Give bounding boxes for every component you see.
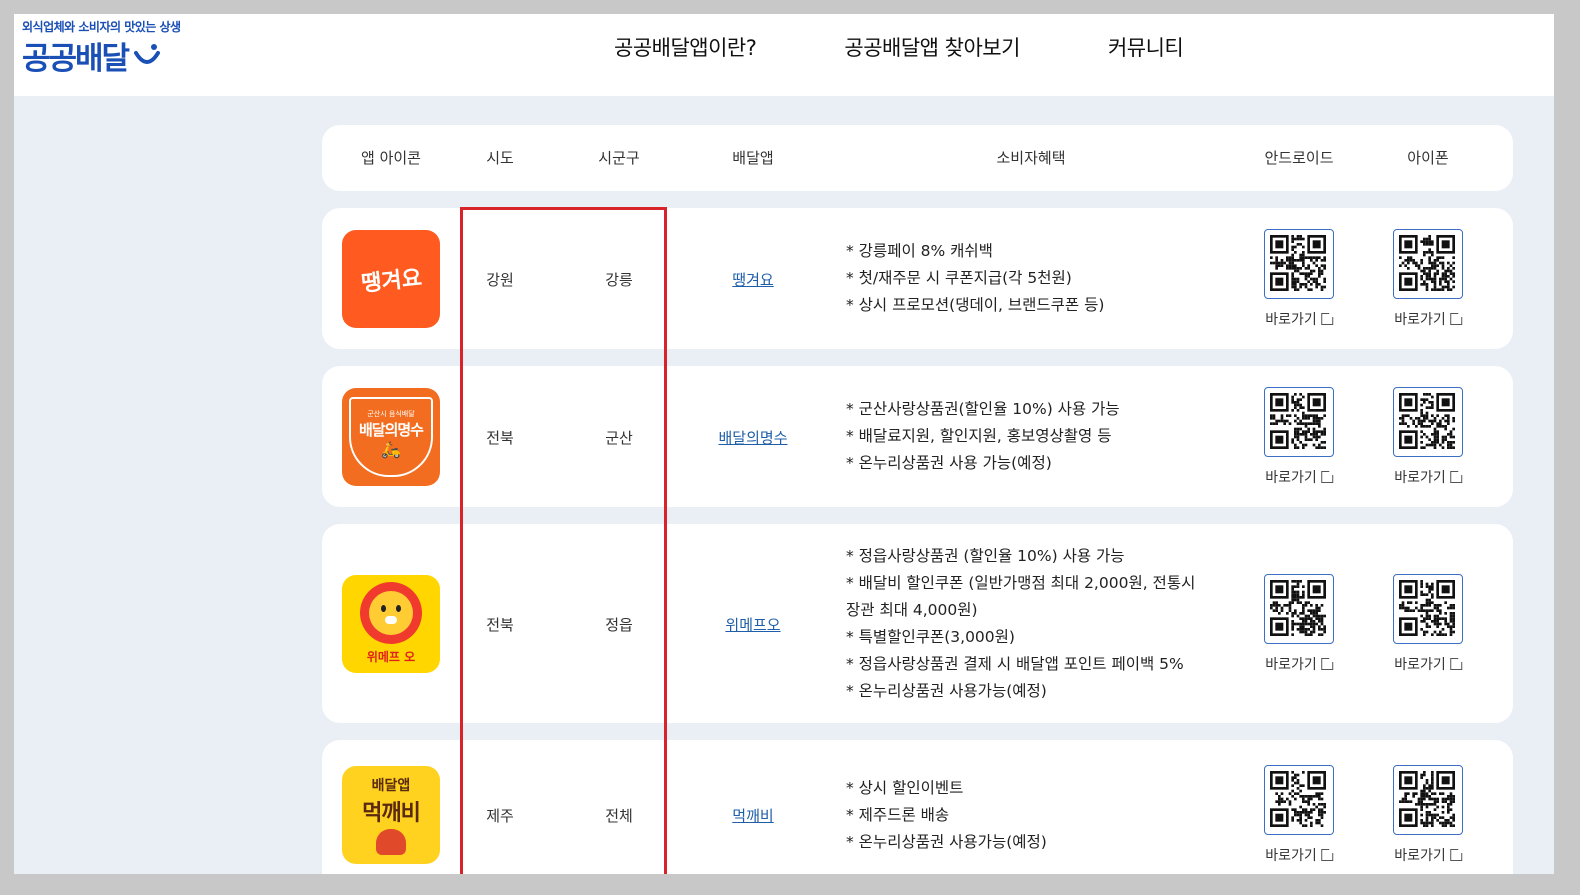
- android-qr-code[interactable]: [1264, 573, 1334, 644]
- benefit-item: * 배달비 할인쿠폰 (일반가맹점 최대 2,000원, 전통시: [846, 573, 1196, 592]
- external-link-icon: [1320, 468, 1335, 483]
- benefit-item: * 군산사랑상품권(할인율 10%) 사용 가능: [846, 400, 1120, 418]
- benefits-list: * 상시 할인이벤트 * 제주드론 배송 * 온누리상품권 사용가능(예정): [846, 775, 1216, 856]
- benefits-list: * 강릉페이 8% 캐쉬백 * 첫/재주문 시 쿠폰지급(각 5천원) * 상시 프…: [846, 238, 1216, 319]
- goto-label: 바로가기: [1394, 311, 1446, 328]
- goto-label: 바로가기: [1265, 656, 1317, 673]
- goto-label: 바로가기: [1394, 656, 1446, 673]
- benefit-item: * 온누리상품권 사용가능(예정): [846, 681, 1047, 700]
- logo-brand: 공공배달: [22, 33, 181, 78]
- android-qr-code[interactable]: [1264, 228, 1334, 299]
- table-row: 배달앱 먹깨비 제주 전체 먹깨비 * 상시 할인이벤트 * 제주드론 배송 * 온…: [322, 740, 1513, 874]
- external-link-icon: [1449, 847, 1464, 861]
- benefit-item: * 제주드론 배송: [846, 805, 950, 824]
- cell-sido: 강원: [486, 270, 514, 289]
- table-row: 위메프 오 전북 정읍 위메프오 * 정읍사랑상품권 (할인율 10%) 사용 …: [322, 524, 1513, 723]
- scooter-icon: 🛵: [381, 439, 401, 459]
- benefit-item: 장관 최대 4,000원): [846, 600, 978, 619]
- nav-community[interactable]: 커뮤니티: [1108, 32, 1184, 62]
- cell-sigungu: 군산: [605, 428, 633, 447]
- android-qr-code[interactable]: [1264, 386, 1334, 457]
- iphone-goto-link[interactable]: 바로가기: [1394, 654, 1464, 674]
- external-link-icon: [1320, 310, 1335, 325]
- col-delivery-app: 배달앱: [732, 149, 774, 167]
- main-nav: 공공배달앱이란? 공공배달앱 찾아보기 커뮤니티: [614, 32, 1271, 62]
- delivery-app-link[interactable]: 땡겨요: [732, 269, 773, 290]
- cell-sigungu: 정읍: [605, 615, 633, 634]
- android-goto-link[interactable]: 바로가기: [1265, 654, 1335, 674]
- iphone-qr-code[interactable]: [1393, 386, 1463, 457]
- iphone-qr-code[interactable]: [1393, 573, 1463, 644]
- external-link-icon: [1320, 847, 1335, 861]
- external-link-icon: [1449, 310, 1464, 325]
- col-app-icon: 앱 아이콘: [361, 149, 421, 167]
- cell-sigungu: 전체: [605, 807, 633, 825]
- lion-mascot-icon: [360, 582, 422, 644]
- col-sigungu: 시군구: [598, 149, 640, 167]
- goto-label: 바로가기: [1265, 469, 1317, 486]
- icon-subtext: 배달앱: [371, 778, 411, 794]
- iphone-qr-code[interactable]: [1393, 765, 1463, 835]
- android-qr-code[interactable]: [1264, 765, 1334, 835]
- iphone-goto-link[interactable]: 바로가기: [1394, 845, 1464, 865]
- nav-find-app[interactable]: 공공배달앱 찾아보기: [844, 32, 1020, 62]
- iphone-goto-link[interactable]: 바로가기: [1394, 309, 1464, 329]
- android-goto-link[interactable]: 바로가기: [1265, 309, 1335, 329]
- benefit-item: * 온누리상품권 사용가능(예정): [846, 832, 1047, 851]
- cell-sido: 전북: [486, 615, 514, 634]
- benefit-item: * 온누리상품권 사용 가능(예정): [846, 454, 1052, 472]
- page-frame: 외식업체와 소비자의 맛있는 상생 공공배달 공공배달앱이란? 공공배달앱 찾아…: [14, 14, 1554, 874]
- android-goto-link[interactable]: 바로가기: [1265, 845, 1335, 865]
- cell-sido: 제주: [486, 807, 514, 825]
- nav-about[interactable]: 공공배달앱이란?: [614, 32, 757, 62]
- icon-text: 위메프 오: [366, 650, 416, 664]
- benefits-list: * 정읍사랑상품권 (할인율 10%) 사용 가능 * 배달비 할인쿠폰 (일반가…: [846, 543, 1216, 705]
- logo-brand-text: 공공배달: [22, 41, 130, 77]
- col-sido: 시도: [486, 149, 514, 167]
- goto-label: 바로가기: [1265, 311, 1317, 328]
- goto-label: 바로가기: [1265, 848, 1317, 864]
- delivery-app-link[interactable]: 위메프오: [725, 614, 780, 635]
- icon-text: 배달의명수: [358, 420, 424, 439]
- cell-sido: 전북: [486, 428, 514, 447]
- external-link-icon: [1449, 655, 1464, 670]
- app-icon[interactable]: 군산시 음식배달 배달의명수 🛵: [342, 387, 440, 486]
- col-iphone: 아이폰: [1407, 149, 1449, 167]
- benefit-item: * 강릉페이 8% 캐쉬백: [846, 242, 993, 260]
- external-link-icon: [1449, 468, 1464, 483]
- benefit-item: * 정읍사랑상품권 결제 시 배달앱 포인트 페이백 5%: [846, 654, 1184, 673]
- smile-logo-icon: [134, 43, 161, 64]
- site-logo[interactable]: 외식업체와 소비자의 맛있는 상생 공공배달: [22, 18, 181, 78]
- delivery-app-link[interactable]: 배달의명수: [718, 427, 787, 448]
- icon-text: 땡겨요: [359, 265, 423, 297]
- iphone-qr-code[interactable]: [1393, 228, 1463, 299]
- table-header: 앱 아이콘 시도 시군구 배달앱 소비자혜택 안드로이드 아이폰: [322, 125, 1513, 191]
- app-icon[interactable]: 위메프 오: [342, 574, 440, 673]
- mascot-icon: [376, 829, 406, 855]
- delivery-app-link[interactable]: 먹깨비: [732, 805, 773, 826]
- app-icon[interactable]: 땡겨요: [342, 229, 440, 328]
- external-link-icon: [1320, 655, 1335, 670]
- benefit-item: * 상시 할인이벤트: [846, 778, 964, 797]
- col-android: 안드로이드: [1264, 149, 1334, 167]
- goto-label: 바로가기: [1394, 848, 1446, 864]
- col-benefits: 소비자혜택: [996, 149, 1066, 167]
- benefit-item: * 정읍사랑상품권 (할인율 10%) 사용 가능: [846, 546, 1125, 565]
- benefit-item: * 특별할인쿠폰(3,000원): [846, 627, 1015, 646]
- android-goto-link[interactable]: 바로가기: [1265, 467, 1335, 487]
- benefit-item: * 배달료지원, 할인지원, 홍보영상촬영 등: [846, 427, 1112, 445]
- table-row: 군산시 음식배달 배달의명수 🛵 전북 군산 배달의명수 * 군산사랑상품권(할…: [322, 366, 1513, 507]
- site-header: 외식업체와 소비자의 맛있는 상생 공공배달 공공배달앱이란? 공공배달앱 찾아…: [14, 14, 1554, 96]
- benefit-item: * 첫/재주문 시 쿠폰지급(각 5천원): [846, 269, 1072, 287]
- cell-sigungu: 강릉: [605, 270, 633, 289]
- iphone-goto-link[interactable]: 바로가기: [1394, 467, 1464, 487]
- goto-label: 바로가기: [1394, 469, 1446, 486]
- benefits-list: * 군산사랑상품권(할인율 10%) 사용 가능 * 배달료지원, 할인지원, 홍…: [846, 396, 1216, 477]
- benefit-item: * 상시 프로모션(댕데이, 브랜드쿠폰 등): [846, 296, 1105, 314]
- table-row: 땡겨요 강원 강릉 땡겨요 * 강릉페이 8% 캐쉬백 * 첫/재주문 시 쿠폰지…: [322, 208, 1513, 349]
- app-icon[interactable]: 배달앱 먹깨비: [342, 766, 440, 864]
- icon-text: 먹깨비: [362, 801, 421, 826]
- icon-subtext: 군산시 음식배달: [367, 409, 415, 418]
